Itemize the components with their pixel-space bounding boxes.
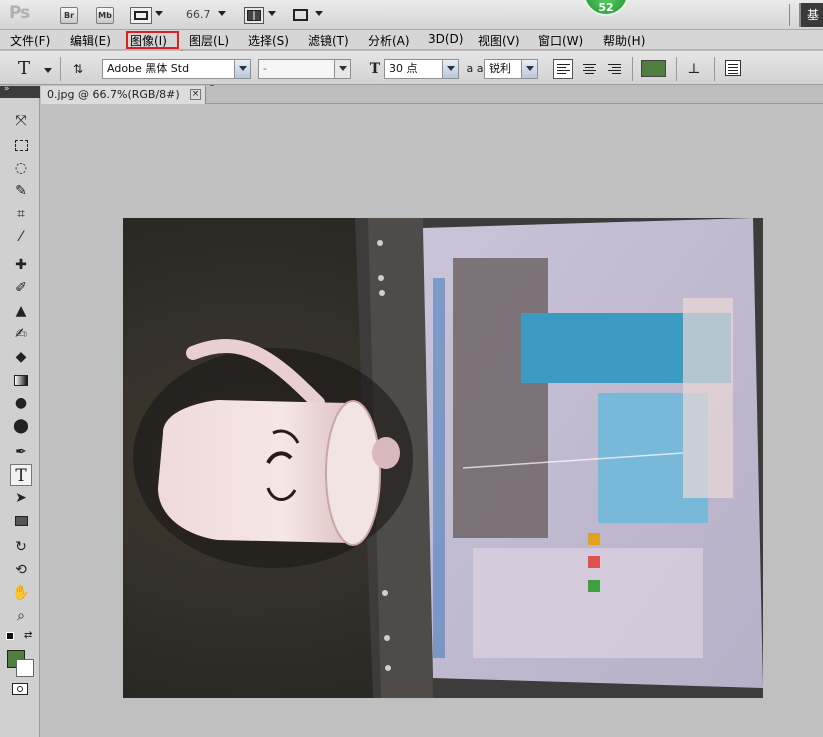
quick-mask-button[interactable] <box>12 683 28 695</box>
document-image[interactable] <box>123 218 763 698</box>
crop-tool-icon[interactable]: ⌗ <box>10 203 32 225</box>
divider <box>789 4 790 26</box>
menu-layer[interactable]: 图层(L) <box>189 32 229 49</box>
blur-tool-icon[interactable]: ● <box>10 392 32 414</box>
antialias-value: 锐利 <box>489 62 511 75</box>
align-left-button[interactable] <box>553 59 573 79</box>
antialias-icon: a a <box>466 62 484 75</box>
chevron-down-icon[interactable] <box>334 60 350 78</box>
close-icon[interactable]: × <box>190 89 201 100</box>
chevron-down-icon[interactable] <box>234 60 250 78</box>
3d-rotate-tool-icon[interactable]: ↻ <box>10 536 32 558</box>
healing-brush-tool-icon[interactable]: ✚ <box>10 254 32 276</box>
3d-orbit-tool-icon[interactable]: ⟲ <box>10 559 32 581</box>
view-extras-icon <box>134 11 148 20</box>
app-bar: Ps Br Mb 66.7 52 基 <box>0 0 823 30</box>
divider <box>676 57 677 81</box>
zoom-level[interactable]: 66.7 <box>186 8 211 21</box>
chevron-down-icon[interactable] <box>521 60 537 78</box>
align-right-button[interactable] <box>604 59 624 79</box>
divider <box>714 57 715 81</box>
chevron-down-icon[interactable] <box>315 11 323 16</box>
chevron-down-icon[interactable] <box>155 11 163 16</box>
text-orientation-icon[interactable]: ⇅ <box>68 59 88 79</box>
eyedropper-tool-icon[interactable]: ⁄ <box>10 226 32 248</box>
photo-illustration <box>123 218 763 698</box>
screen-mode-icon <box>293 9 308 21</box>
document-tab-title: 0.jpg @ 66.7%(RGB/8#) <box>47 88 180 101</box>
quick-select-tool-icon[interactable]: ✎ <box>10 180 32 202</box>
font-size-icon: T <box>369 61 381 77</box>
eraser-tool-icon[interactable]: ◆ <box>10 346 32 368</box>
align-left-icon <box>557 64 570 76</box>
hand-tool-icon[interactable]: ✋ <box>10 582 32 604</box>
shape-tool-icon[interactable] <box>10 510 32 532</box>
photoshop-logo: Ps <box>9 3 30 23</box>
chevron-down-icon[interactable] <box>268 11 276 16</box>
mini-bridge-button[interactable]: Mb <box>96 7 114 24</box>
quick-mask-icon <box>17 686 23 692</box>
zoom-tool-icon[interactable]: ⌕ <box>10 605 32 627</box>
lasso-tool-icon[interactable]: ◌ <box>10 157 32 179</box>
menu-analysis[interactable]: 分析(A) <box>368 32 410 49</box>
arrange-icon <box>247 10 261 21</box>
workspace-button[interactable]: 基 <box>799 3 823 27</box>
chevron-down-icon[interactable] <box>442 60 458 78</box>
chevron-down-icon[interactable] <box>218 11 226 16</box>
antialias-select[interactable]: 锐利 <box>484 59 538 79</box>
font-size-select[interactable]: 30 点 <box>384 59 459 79</box>
menu-bar: 文件(F) 编辑(E) 图像(I) 图层(L) 选择(S) 滤镜(T) 分析(A… <box>0 30 823 50</box>
screen-mode-button[interactable] <box>291 7 311 24</box>
marquee-tool-icon[interactable] <box>10 134 32 156</box>
history-brush-tool-icon[interactable]: ✍ <box>10 323 32 345</box>
menu-view[interactable]: 视图(V) <box>478 32 520 49</box>
divider <box>60 57 61 81</box>
menu-highlight-box <box>126 31 179 49</box>
font-family-select[interactable]: Adobe 黑体 Std <box>102 59 251 79</box>
tools-panel: » ⤧ ◌ ✎ ⌗ ⁄ ✚ ✐ ▲ ✍ ◆ ● ⬤ ✒ T ➤ ↻ ⟲ ✋ ⌕ … <box>0 84 40 737</box>
chevron-down-icon[interactable] <box>44 68 52 73</box>
font-style-select[interactable]: - <box>258 59 351 79</box>
divider <box>632 57 633 81</box>
view-extras-button[interactable] <box>130 7 152 24</box>
arrange-documents-button[interactable] <box>244 7 264 24</box>
panel-icon <box>728 64 738 65</box>
brush-tool-icon[interactable]: ✐ <box>10 277 32 299</box>
text-tool-preset-icon[interactable]: T <box>14 59 34 79</box>
pen-tool-icon[interactable]: ✒ <box>10 441 32 463</box>
menu-filter[interactable]: 滤镜(T) <box>308 32 349 49</box>
type-tool-icon[interactable]: T <box>10 464 32 486</box>
menu-edit[interactable]: 编辑(E) <box>70 32 111 49</box>
tools-panel-header[interactable]: » <box>0 84 40 98</box>
move-tool-icon[interactable]: ⤧ <box>10 110 32 132</box>
menu-file[interactable]: 文件(F) <box>10 32 50 49</box>
swap-colors-icon[interactable]: ⇄ <box>24 630 32 641</box>
font-size-value: 30 点 <box>389 62 418 75</box>
menu-select[interactable]: 选择(S) <box>248 32 289 49</box>
notification-badge: 52 <box>583 0 629 16</box>
menu-help[interactable]: 帮助(H) <box>603 32 645 49</box>
character-panel-button[interactable] <box>725 60 741 76</box>
dodge-tool-icon[interactable]: ⬤ <box>10 415 32 437</box>
bridge-button[interactable]: Br <box>60 7 78 24</box>
align-center-icon <box>583 64 596 76</box>
default-colors-icon[interactable] <box>6 632 14 640</box>
background-color-swatch[interactable] <box>16 659 34 677</box>
warp-text-icon[interactable]: ⊥ <box>684 59 704 79</box>
options-bar: T ⇅ Adobe 黑体 Std - T 30 点 a a 锐利 ⊥ <box>0 51 823 85</box>
text-color-swatch[interactable] <box>641 60 666 77</box>
align-center-button[interactable] <box>579 59 599 79</box>
font-style-value: - <box>263 62 267 75</box>
font-family-value: Adobe 黑体 Std <box>107 62 190 75</box>
document-tab-strip: 0.jpg @ 66.7%(RGB/8#) × <box>41 86 823 104</box>
align-right-icon <box>608 64 621 76</box>
document-tab[interactable]: 0.jpg @ 66.7%(RGB/8#) × <box>41 86 206 104</box>
collapse-icon[interactable]: » <box>4 84 10 94</box>
gradient-tool-icon[interactable] <box>10 369 32 391</box>
path-select-tool-icon[interactable]: ➤ <box>10 487 32 509</box>
clone-stamp-tool-icon[interactable]: ▲ <box>10 300 32 322</box>
menu-3d[interactable]: 3D(D) <box>428 32 463 46</box>
menu-window[interactable]: 窗口(W) <box>538 32 583 49</box>
